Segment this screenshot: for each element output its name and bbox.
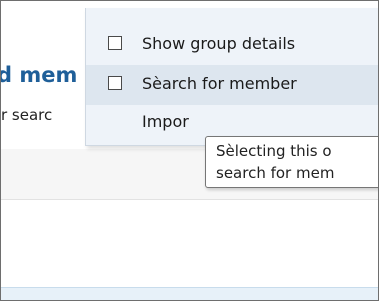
tooltip-line-1: Sèlecting this o xyxy=(216,142,332,160)
tooltip: Sèlecting this o search for mem xyxy=(205,136,378,188)
menu-item-label: Impor xyxy=(142,112,189,131)
content-row-highlight xyxy=(1,287,378,300)
menu-item-label: Sèarch for member xyxy=(142,74,297,93)
page-subtext: r searc xyxy=(1,106,53,124)
menu-item-search-for-member[interactable]: Sèarch for member xyxy=(86,65,378,105)
menu-item-show-group-details[interactable]: Show group details xyxy=(86,25,378,65)
search-for-member-checkbox[interactable] xyxy=(108,76,122,90)
screenshot-frame: d mem r searc Show group details Sèarch … xyxy=(0,0,379,301)
tooltip-line-2: search for mem xyxy=(216,164,335,182)
page-heading: d mem xyxy=(0,63,78,87)
options-dropdown-menu: Show group details Sèarch for member Imp… xyxy=(85,8,378,146)
row-divider xyxy=(1,199,378,200)
menu-item-label: Show group details xyxy=(142,34,296,53)
show-group-details-checkbox[interactable] xyxy=(108,36,122,50)
